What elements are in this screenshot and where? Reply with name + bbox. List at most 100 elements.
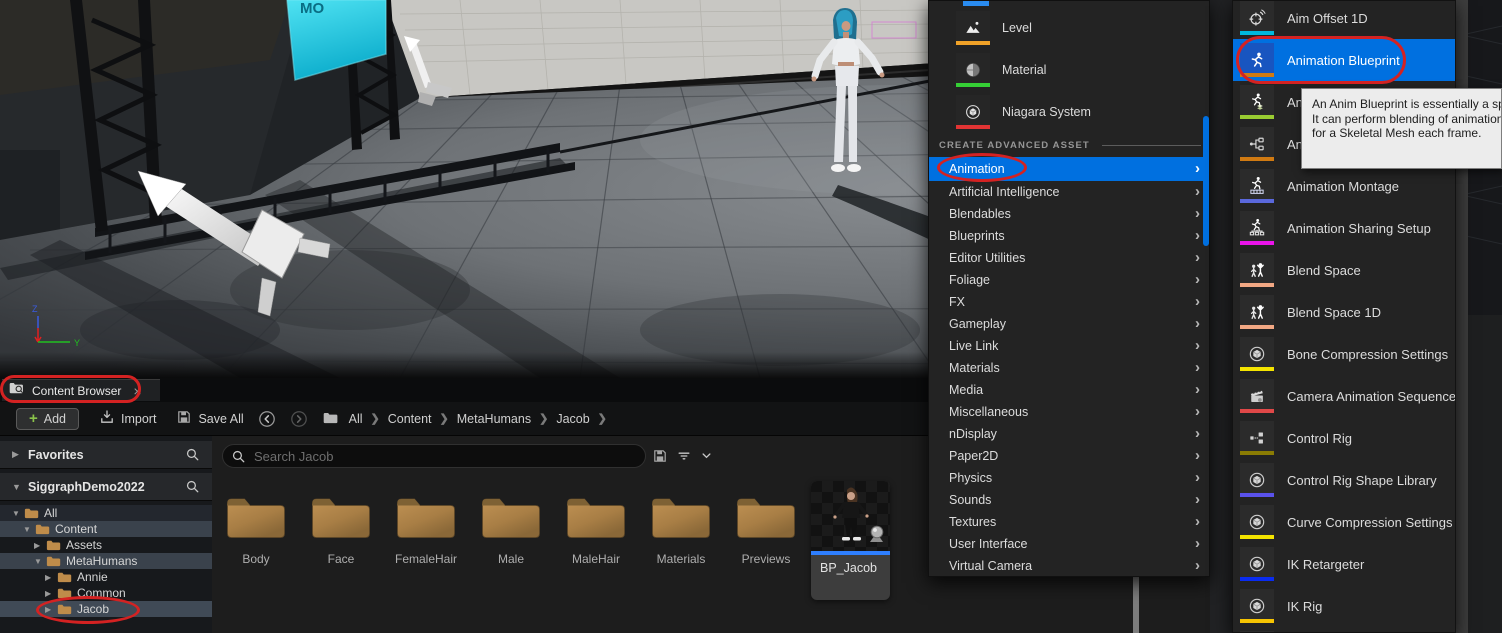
back-button[interactable]	[258, 410, 276, 428]
tree-item-all[interactable]: ▼All	[0, 505, 212, 521]
chevron-right-icon: ›	[1195, 161, 1200, 176]
submenu-item-curve-compression-settings[interactable]: Curve Compression Settings	[1233, 501, 1455, 543]
menu-item-label: nDisplay	[949, 427, 997, 441]
menu-item-niagara-system[interactable]: Niagara System	[929, 91, 1209, 133]
folder-tile-previews[interactable]: Previews	[724, 488, 808, 580]
submenu-item-aim-offset-1d[interactable]: Aim Offset 1D	[1233, 0, 1455, 39]
menu-item-textures[interactable]: Textures›	[929, 511, 1209, 533]
folder-tile-body[interactable]: Body	[214, 488, 298, 580]
menu-item-blendables[interactable]: Blendables›	[929, 203, 1209, 225]
breadcrumb-metahumans[interactable]: MetaHumans	[457, 412, 531, 426]
chevron-right-icon: ❯	[598, 412, 607, 425]
tooltip-line: It can perform blending of animation	[1312, 112, 1501, 127]
tree-item-assets[interactable]: ▶Assets	[0, 537, 212, 553]
chevron-right-icon: ›	[1195, 228, 1200, 243]
menu-item-sounds[interactable]: Sounds›	[929, 489, 1209, 511]
chevron-right-icon[interactable]: ▶	[34, 541, 43, 550]
submenu-item-bone-compression-settings[interactable]: Bone Compression Settings	[1233, 333, 1455, 375]
save-all-button[interactable]: Save All	[176, 409, 243, 428]
chevron-right-icon[interactable]: ▶	[45, 573, 54, 582]
folder-name: Previews	[724, 552, 808, 566]
folder-icon	[322, 410, 339, 427]
save-icon	[176, 409, 192, 428]
submenu-item-label: Bone Compression Settings	[1287, 347, 1448, 362]
submenu-item-camera-animation-sequence[interactable]: Camera Animation Sequence	[1233, 375, 1455, 417]
runner-layers-icon	[1240, 85, 1274, 119]
menu-item-blueprints[interactable]: Blueprints›	[929, 225, 1209, 247]
menu-scrollbar[interactable]	[1203, 116, 1209, 246]
menu-item-label: Materials	[949, 361, 1000, 375]
menu-item-materials[interactable]: Materials›	[929, 357, 1209, 379]
right-panel-area	[1468, 315, 1502, 633]
tree-item-metahumans[interactable]: ▼MetaHumans	[0, 553, 212, 569]
asset-color-bar	[1240, 283, 1274, 287]
filter-icon[interactable]	[676, 448, 692, 464]
asset-tile-bp-jacob[interactable]: BP_Jacob	[811, 481, 890, 600]
menu-item-editor-utilities[interactable]: Editor Utilities›	[929, 247, 1209, 269]
search-bar[interactable]	[222, 444, 646, 468]
submenu-item-control-rig-shape-library[interactable]: Control Rig Shape Library	[1233, 459, 1455, 501]
folder-tile-malehair[interactable]: MaleHair	[554, 488, 638, 580]
submenu-item-animation-montage[interactable]: Animation Montage	[1233, 165, 1455, 207]
folder-icon	[35, 523, 50, 535]
chevron-down-icon[interactable]: ▼	[34, 557, 43, 566]
menu-item-miscellaneous[interactable]: Miscellaneous›	[929, 401, 1209, 423]
menu-item-ndisplay[interactable]: nDisplay›	[929, 423, 1209, 445]
folder-tile-face[interactable]: Face	[299, 488, 383, 580]
search-icon[interactable]	[185, 479, 200, 499]
chevron-right-icon[interactable]: ▶	[45, 589, 54, 598]
chevron-down-icon[interactable]	[699, 448, 714, 463]
submenu-item-ik-rig[interactable]: IK Rig	[1233, 585, 1455, 627]
submenu-item-label: Animation Montage	[1287, 179, 1399, 194]
menu-item-level[interactable]: Level	[929, 7, 1209, 49]
sources-header[interactable]: ▼ SiggraphDemo2022	[0, 473, 212, 501]
menu-item-label: Blendables	[949, 207, 1011, 221]
add-button[interactable]: + Add	[16, 408, 79, 430]
search-input[interactable]	[252, 448, 645, 465]
axis-z-label: Z	[32, 304, 38, 314]
menu-item-virtual-camera[interactable]: Virtual Camera›	[929, 555, 1209, 577]
menu-item-live-link[interactable]: Live Link›	[929, 335, 1209, 357]
menu-item-label: Paper2D	[949, 449, 998, 463]
favorites-header[interactable]: ▶ Favorites	[0, 441, 212, 469]
create-advanced-asset-header: CREATE ADVANCED ASSET	[939, 137, 1201, 153]
menu-item-user-interface[interactable]: User Interface›	[929, 533, 1209, 555]
import-button[interactable]: Import	[99, 409, 156, 428]
annotation-animation-item	[937, 153, 1027, 182]
folder-tile-male[interactable]: Male	[469, 488, 553, 580]
chevron-down-icon[interactable]: ▼	[23, 525, 32, 534]
asset-color-bar	[1240, 409, 1274, 413]
menu-item-paper2d[interactable]: Paper2D›	[929, 445, 1209, 467]
menu-item-gameplay[interactable]: Gameplay›	[929, 313, 1209, 335]
submenu-item-blend-space-1d[interactable]: Blend Space 1D	[1233, 291, 1455, 333]
folder-tile-femalehair[interactable]: FemaleHair	[384, 488, 468, 580]
forward-button[interactable]	[290, 410, 308, 428]
folder-tile-materials[interactable]: Materials	[639, 488, 723, 580]
create-asset-context-menu: LevelMaterialNiagara System CREATE ADVAN…	[928, 0, 1210, 577]
submenu-item-control-rig[interactable]: Control Rig	[1233, 417, 1455, 459]
folder-icon	[46, 555, 61, 567]
folder-icon	[24, 507, 39, 519]
menu-item-artificial-intelligence[interactable]: Artificial Intelligence›	[929, 181, 1209, 203]
menu-item-fx[interactable]: FX›	[929, 291, 1209, 313]
chevron-down-icon[interactable]: ▼	[12, 509, 21, 518]
menu-item-media[interactable]: Media›	[929, 379, 1209, 401]
save-search-icon[interactable]	[652, 448, 668, 464]
submenu-item-ik-retargeter[interactable]: IK Retargeter	[1233, 543, 1455, 585]
folder-icon	[57, 571, 72, 583]
menu-item-material[interactable]: Material	[929, 49, 1209, 91]
submenu-item-blend-space[interactable]: Blend Space	[1233, 249, 1455, 291]
menu-item-foliage[interactable]: Foliage›	[929, 269, 1209, 291]
search-icon[interactable]	[185, 447, 200, 467]
tree-item-annie[interactable]: ▶Annie	[0, 569, 212, 585]
breadcrumb-jacob[interactable]: Jacob	[556, 412, 589, 426]
breadcrumb-all[interactable]: All	[349, 412, 363, 426]
asset-color-bar	[956, 41, 990, 45]
tree-item-content[interactable]: ▼Content	[0, 521, 212, 537]
clapper-icon	[1240, 379, 1274, 413]
submenu-item-animation-sharing-setup[interactable]: Animation Sharing Setup	[1233, 207, 1455, 249]
cube-circle-icon	[1240, 589, 1274, 623]
breadcrumb-content[interactable]: Content	[388, 412, 432, 426]
submenu-item-clipped[interactable]	[1233, 627, 1455, 633]
menu-item-physics[interactable]: Physics›	[929, 467, 1209, 489]
